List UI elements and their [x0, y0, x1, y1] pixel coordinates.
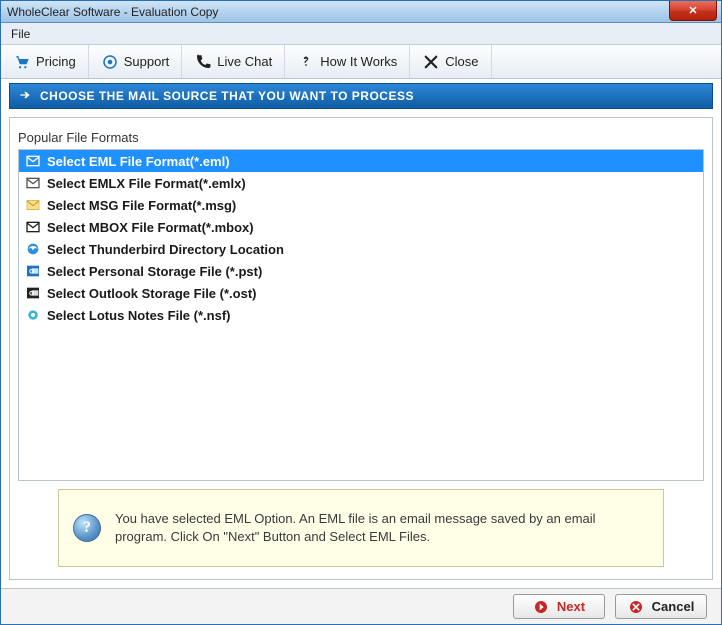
toolbar-livechat[interactable]: Live Chat [182, 45, 285, 78]
cancel-x-icon [628, 599, 644, 615]
next-button-label: Next [557, 599, 585, 614]
toolbar-close-label: Close [445, 54, 478, 69]
format-option[interactable]: Select EMLX File Format(*.emlx) [19, 172, 703, 194]
ost-icon: O [25, 285, 41, 301]
format-option[interactable]: O Select Outlook Storage File (*.ost) [19, 282, 703, 304]
msg-icon [25, 197, 41, 213]
window-title: WholeClear Software - Evaluation Copy [7, 5, 218, 19]
cart-icon [13, 53, 31, 71]
arrow-right-icon [18, 88, 32, 105]
format-option-label: Select Thunderbird Directory Location [47, 242, 284, 257]
titlebar: WholeClear Software - Evaluation Copy ✕ [1, 1, 721, 23]
question-icon [297, 53, 315, 71]
question-circle-icon: ? [73, 514, 101, 542]
window-close-button[interactable]: ✕ [669, 1, 717, 21]
format-option-label: Select Outlook Storage File (*.ost) [47, 286, 256, 301]
eml-icon [25, 153, 41, 169]
format-list: Select EML File Format(*.eml) Select EMLX… [18, 149, 704, 481]
info-box: ? You have selected EML Option. An EML f… [58, 489, 664, 567]
toolbar-support-label: Support [124, 54, 170, 69]
next-button[interactable]: Next [513, 594, 605, 619]
svg-text:O: O [29, 291, 34, 298]
format-option-label: Select MSG File Format(*.msg) [47, 198, 236, 213]
phone-icon [194, 53, 212, 71]
headset-icon [101, 53, 119, 71]
button-bar: Next Cancel [1, 588, 721, 624]
toolbar-close[interactable]: Close [410, 45, 491, 78]
format-option[interactable]: Select MSG File Format(*.msg) [19, 194, 703, 216]
nsf-icon [25, 307, 41, 323]
menu-file[interactable]: File [1, 23, 40, 44]
format-option-label: Select EMLX File Format(*.emlx) [47, 176, 246, 191]
emlx-icon [25, 175, 41, 191]
format-option-label: Select EML File Format(*.eml) [47, 154, 230, 169]
format-option[interactable]: Select Thunderbird Directory Location [19, 238, 703, 260]
toolbar-support[interactable]: Support [89, 45, 183, 78]
format-option-label: Select Lotus Notes File (*.nsf) [47, 308, 230, 323]
toolbar-pricing[interactable]: Pricing [1, 45, 89, 78]
toolbar-pricing-label: Pricing [36, 54, 76, 69]
cancel-button[interactable]: Cancel [615, 594, 707, 619]
toolbar-howitworks-label: How It Works [320, 54, 397, 69]
format-option[interactable]: O Select Personal Storage File (*.pst) [19, 260, 703, 282]
toolbar-howitworks[interactable]: How It Works [285, 45, 410, 78]
mbox-icon [25, 219, 41, 235]
format-option[interactable]: Select MBOX File Format(*.mbox) [19, 216, 703, 238]
thunderbird-icon [25, 241, 41, 257]
app-window: WholeClear Software - Evaluation Copy ✕ … [0, 0, 722, 625]
menubar: File [1, 23, 721, 45]
svg-text:O: O [29, 269, 34, 276]
heading-text: CHOOSE THE MAIL SOURCE THAT YOU WANT TO … [40, 89, 414, 103]
heading-bar: CHOOSE THE MAIL SOURCE THAT YOU WANT TO … [9, 83, 713, 109]
toolbar: Pricing Support Live Chat How It Works C… [1, 45, 721, 79]
cancel-button-label: Cancel [652, 599, 695, 614]
format-option[interactable]: Select Lotus Notes File (*.nsf) [19, 304, 703, 326]
close-x-icon: ✕ [688, 4, 697, 17]
next-arrow-icon [533, 599, 549, 615]
format-option[interactable]: Select EML File Format(*.eml) [19, 150, 703, 172]
format-option-label: Select Personal Storage File (*.pst) [47, 264, 262, 279]
group-label: Popular File Formats [18, 130, 704, 145]
format-option-label: Select MBOX File Format(*.mbox) [47, 220, 254, 235]
toolbar-livechat-label: Live Chat [217, 54, 272, 69]
close-icon [422, 53, 440, 71]
pst-icon: O [25, 263, 41, 279]
info-text: You have selected EML Option. An EML fil… [115, 510, 649, 545]
content-panel: Popular File Formats Select EML File For… [9, 117, 713, 580]
title-buttons: ✕ [669, 1, 717, 21]
